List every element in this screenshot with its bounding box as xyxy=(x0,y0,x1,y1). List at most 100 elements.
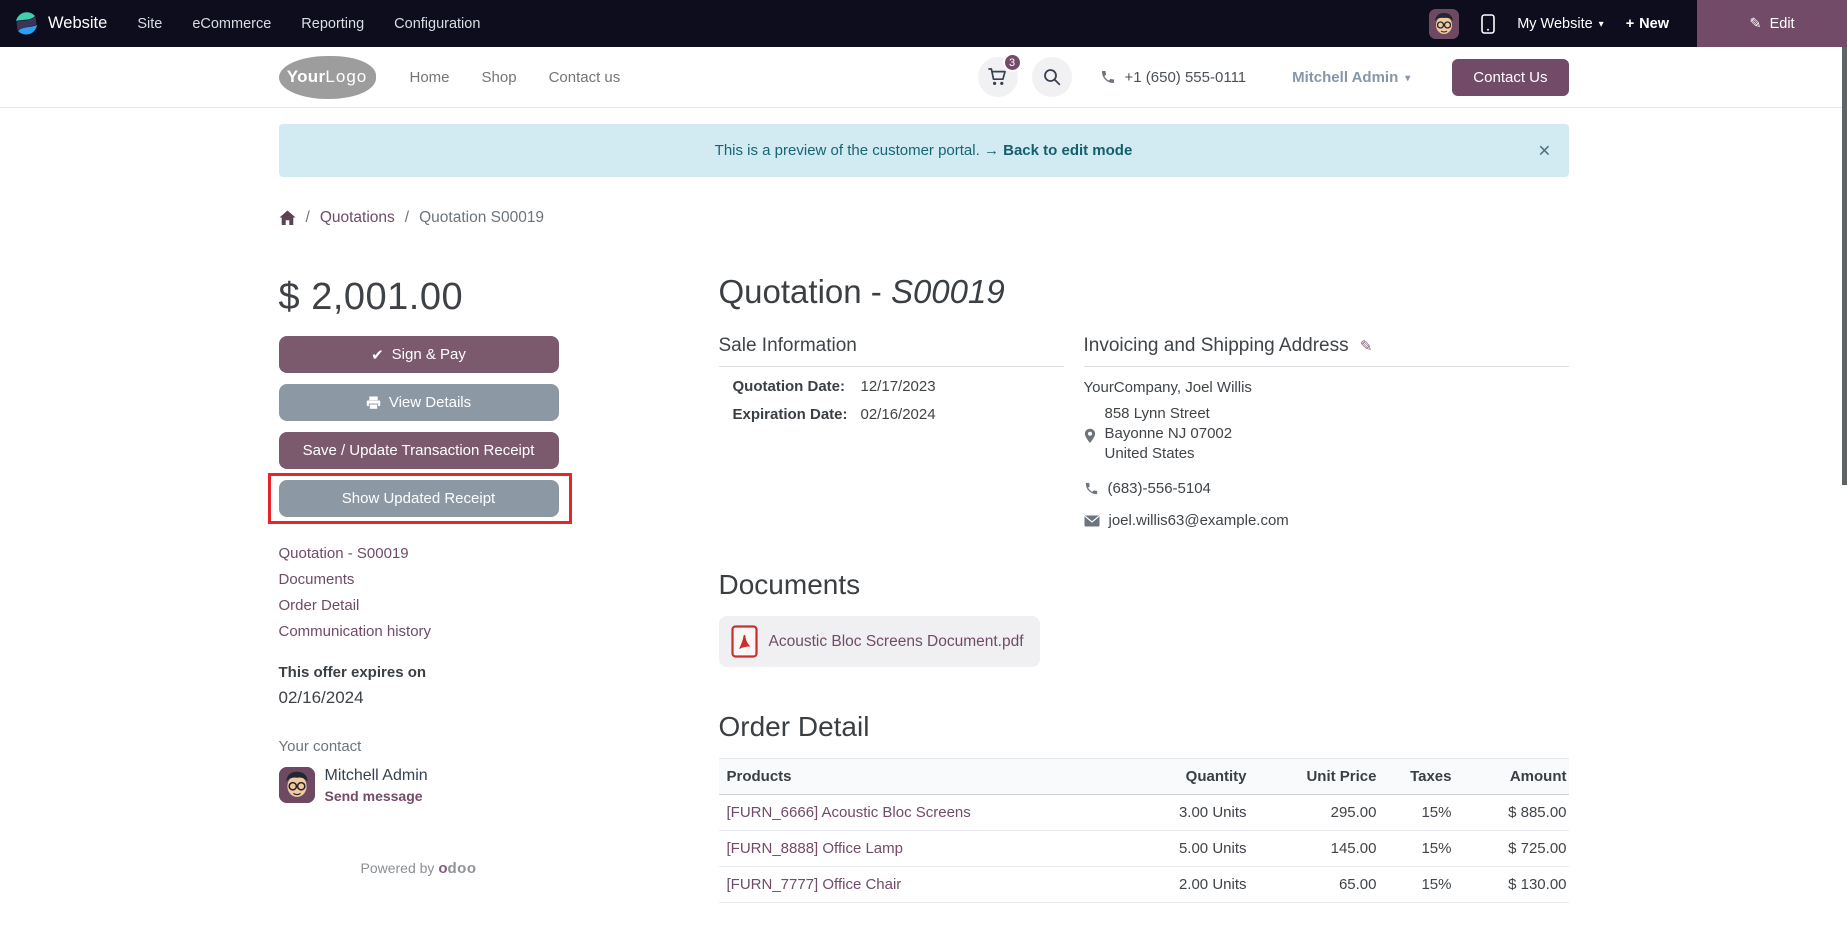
user-account-label: Mitchell Admin xyxy=(1292,68,1399,86)
phone-icon xyxy=(1084,481,1099,496)
breadcrumb-separator: / xyxy=(404,209,410,226)
quotation-date-value: 12/17/2023 xyxy=(860,378,936,395)
sidebar-link-quotation[interactable]: Quotation - S00019 xyxy=(279,545,559,562)
new-button[interactable]: + New xyxy=(1626,16,1669,32)
row-amount: $ 130.00 xyxy=(1453,866,1569,903)
contact-avatar xyxy=(278,767,315,803)
back-to-edit-mode-link[interactable]: → Back to edit mode xyxy=(984,142,1132,159)
chevron-down-icon: ▾ xyxy=(1405,72,1411,84)
page-title: Quotation - S00019 xyxy=(719,273,1569,311)
top-menu: Site eCommerce Reporting Configuration xyxy=(137,16,480,32)
plus-icon: + xyxy=(1625,15,1635,32)
quotation-sidebar: $ 2,001.00 ✔ Sign & Pay View Details Sav… xyxy=(267,227,572,926)
close-icon[interactable]: × xyxy=(1538,140,1550,161)
map-pin-icon xyxy=(1084,406,1096,465)
offer-expires-date: 02/16/2024 xyxy=(278,688,364,707)
sign-pay-label: Sign & Pay xyxy=(391,346,466,363)
nav-home[interactable]: Home xyxy=(410,69,450,86)
address-city: Bayonne NJ 07002 xyxy=(1104,425,1233,442)
product-link[interactable]: [FURN_7777] Office Chair xyxy=(727,876,902,893)
send-message-link[interactable]: Send message xyxy=(325,788,428,804)
portal-preview-alert: This is a preview of the customer portal… xyxy=(278,124,1569,177)
odoo-website-brand[interactable]: Website xyxy=(0,11,107,36)
show-receipt-label: Show Updated Receipt xyxy=(341,490,496,507)
edit-button[interactable]: ✎ Edit xyxy=(1697,0,1847,47)
user-account-dropdown[interactable]: Mitchell Admin ▾ xyxy=(1292,69,1410,86)
user-avatar[interactable] xyxy=(1429,8,1460,39)
site-nav: Home Shop Contact us xyxy=(410,69,621,86)
search-button[interactable] xyxy=(1031,57,1072,97)
odoo-logo-rest: doo xyxy=(447,860,477,877)
untaxed-amount-row: Untaxed Amount $ 1,740.00 xyxy=(1210,920,1569,926)
top-system-bar: Website Site eCommerce Reporting Configu… xyxy=(0,0,1847,47)
documents-heading: Documents xyxy=(718,569,861,600)
address-street: 858 Lynn Street xyxy=(1104,405,1210,422)
row-unit-price: 65.00 xyxy=(1248,866,1379,903)
document-attachment[interactable]: Acoustic Bloc Screens Document.pdf xyxy=(718,616,1040,667)
website-app-logo-icon xyxy=(14,11,39,36)
sidebar-link-order-detail[interactable]: Order Detail xyxy=(279,597,559,614)
row-amount: $ 725.00 xyxy=(1453,830,1569,867)
alert-text: This is a preview of the customer portal… xyxy=(714,142,980,159)
contact-us-button[interactable]: Contact Us xyxy=(1452,58,1569,96)
col-taxes: Taxes xyxy=(1378,758,1454,795)
nav-shop[interactable]: Shop xyxy=(482,69,517,86)
row-unit-price: 145.00 xyxy=(1248,830,1379,867)
amount-due: $ 2,001.00 xyxy=(278,276,464,318)
contact-email[interactable]: joel.willis63@example.com xyxy=(1109,512,1289,529)
my-website-dropdown[interactable]: My Website ▾ xyxy=(1517,16,1604,32)
header-phone[interactable]: +1 (650) 555-0111 xyxy=(1100,68,1247,86)
breadcrumb-quotations[interactable]: Quotations xyxy=(320,209,395,227)
cart-button[interactable]: 3 xyxy=(977,53,1022,97)
row-amount: $ 885.00 xyxy=(1453,794,1569,831)
view-details-button[interactable]: View Details xyxy=(278,384,559,421)
menu-site[interactable]: Site xyxy=(137,16,162,32)
address-country: United States xyxy=(1104,445,1195,462)
pdf-file-icon xyxy=(730,625,758,658)
save-receipt-label: Save / Update Transaction Receipt xyxy=(302,442,535,459)
mobile-preview-icon[interactable] xyxy=(1481,13,1495,34)
sign-and-pay-button[interactable]: ✔ Sign & Pay xyxy=(278,336,559,373)
menu-configuration[interactable]: Configuration xyxy=(394,16,480,32)
table-row: [FURN_6666] Acoustic Bloc Screens 3.00 U… xyxy=(718,794,1569,831)
edit-label: Edit xyxy=(1769,15,1795,32)
odoo-logo: o xyxy=(438,860,448,877)
back-to-edit-label: Back to edit mode xyxy=(1003,142,1133,159)
row-taxes: 15% xyxy=(1378,794,1454,831)
row-quantity: 3.00 Units xyxy=(1143,794,1249,831)
sale-information-section: Sale Information Quotation Date: 12/17/2… xyxy=(718,335,1064,529)
row-taxes: 15% xyxy=(1378,830,1454,867)
table-row: [FURN_7777] Office Chair 2.00 Units 65.0… xyxy=(718,866,1569,903)
pencil-icon: ✎ xyxy=(1749,15,1762,32)
header-phone-number: +1 (650) 555-0111 xyxy=(1124,68,1247,86)
nav-contact-us[interactable]: Contact us xyxy=(549,69,621,86)
order-detail-heading: Order Detail xyxy=(718,711,870,742)
product-link[interactable]: [FURN_8888] Office Lamp xyxy=(727,840,903,857)
printer-icon xyxy=(366,395,381,410)
menu-ecommerce[interactable]: eCommerce xyxy=(192,16,271,32)
envelope-icon xyxy=(1084,515,1100,527)
document-file-name[interactable]: Acoustic Bloc Screens Document.pdf xyxy=(769,633,1024,651)
brand-name: Website xyxy=(48,14,108,32)
your-logo[interactable]: Your Logo xyxy=(278,55,376,99)
menu-reporting[interactable]: Reporting xyxy=(301,16,364,32)
my-website-label: My Website xyxy=(1517,15,1593,32)
vertical-scrollbar[interactable] xyxy=(1842,47,1847,485)
arrow-right-icon: → xyxy=(983,142,999,159)
quotation-date-label: Quotation Date: xyxy=(732,378,846,395)
product-link[interactable]: [FURN_6666] Acoustic Bloc Screens xyxy=(727,804,971,821)
edit-address-pencil-icon[interactable]: ✎ xyxy=(1360,338,1373,355)
sidebar-link-communication-history[interactable]: Communication history xyxy=(279,623,559,640)
show-updated-receipt-button[interactable]: Show Updated Receipt xyxy=(278,480,559,517)
col-quantity: Quantity xyxy=(1143,758,1249,795)
contact-phone-number: (683)-556-5104 xyxy=(1107,480,1211,497)
logo-part2: Logo xyxy=(325,67,368,86)
save-update-transaction-receipt-button[interactable]: Save / Update Transaction Receipt xyxy=(278,432,559,469)
sidebar-anchor-links: Quotation - S00019 Documents Order Detai… xyxy=(279,545,559,640)
sidebar-link-documents[interactable]: Documents xyxy=(279,571,559,588)
offer-expires-label: This offer expires on xyxy=(278,664,427,681)
breadcrumb-current: Quotation S00019 xyxy=(419,209,545,226)
cart-count-badge: 3 xyxy=(1002,53,1022,72)
home-icon[interactable] xyxy=(279,210,296,226)
quotation-main: Quotation - S00019 Sale Information Quot… xyxy=(718,227,1569,926)
